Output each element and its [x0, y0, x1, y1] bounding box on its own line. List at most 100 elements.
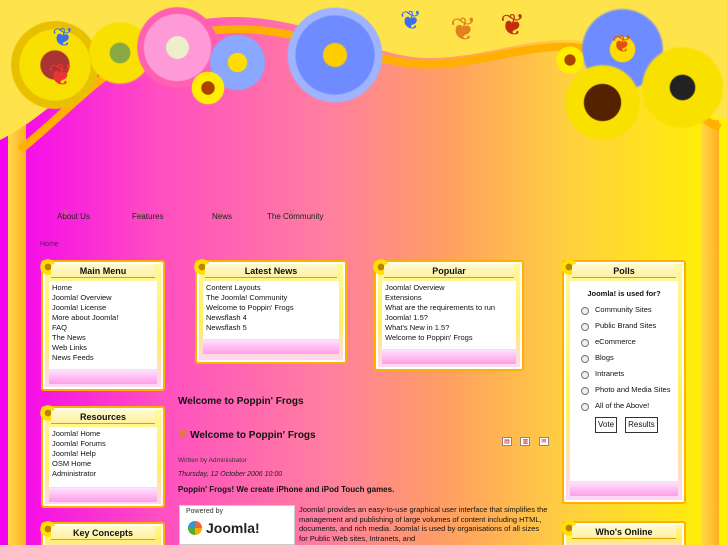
poll-option-label: Community Sites [595, 305, 652, 314]
butterfly-icon: ❦ [48, 59, 74, 92]
module-footer [49, 488, 157, 502]
poll-option[interactable]: Photo and Media Sites [573, 385, 675, 395]
main-menu-module: Main Menu Home Joomla! Overview Joomla! … [39, 258, 165, 391]
popular-item[interactable]: Joomla! Overview [385, 283, 513, 293]
article-author: Written by Administrator [178, 457, 247, 464]
module-footer [203, 340, 339, 354]
nav-item-news[interactable]: News [212, 212, 232, 221]
pdf-icon[interactable]: ▤ [502, 437, 512, 446]
print-icon[interactable]: ▥ [520, 437, 531, 446]
key-concepts-module: Key Concepts [39, 520, 165, 545]
resource-item-joomla-home[interactable]: Joomla! Home [52, 429, 154, 439]
main-content: Welcome to Poppin' Frogs [178, 396, 548, 407]
sunflower-icon [190, 70, 226, 106]
results-button[interactable]: Results [625, 417, 658, 433]
latest-news-item[interactable]: Newsflash 4 [206, 313, 336, 323]
article-date: Thursday, 12 October 2006 10:00 [178, 471, 283, 478]
popular-module: Popular Joomla! Overview Extensions What… [372, 258, 524, 371]
resources-title: Resources [51, 410, 155, 424]
butterfly-icon: ❦ [450, 11, 477, 47]
breadcrumb[interactable]: Home [40, 241, 59, 248]
popular-item[interactable]: What are the requirements to run [385, 303, 513, 313]
menu-item-home[interactable]: Home [52, 283, 154, 293]
whos-online-module: Who's Online [560, 519, 686, 545]
resource-item-joomla-help[interactable]: Joomla! Help [52, 449, 154, 459]
menu-item-joomla-license[interactable]: Joomla! License [52, 303, 154, 313]
butterfly-icon: ❦ [400, 5, 422, 35]
latest-news-item[interactable]: The Joomla! Community [206, 293, 336, 303]
poll-option[interactable]: Blogs [573, 353, 675, 363]
powered-by-label: Powered by [186, 508, 223, 515]
whos-online-title: Who's Online [572, 525, 676, 539]
sunflower-icon [635, 40, 727, 135]
main-menu-title: Main Menu [51, 264, 155, 278]
nav-item-features[interactable]: Features [132, 212, 164, 221]
menu-item-the-news[interactable]: The News [52, 333, 154, 343]
latest-news-item[interactable]: Content Layouts [206, 283, 336, 293]
latest-news-item[interactable]: Newsflash 5 [206, 323, 336, 333]
poll-option-label: Blogs [595, 353, 614, 362]
butterfly-icon: ❦ [612, 31, 633, 58]
menu-item-more-about-joomla[interactable]: More about Joomla! [52, 313, 154, 323]
resource-item-joomla-forums[interactable]: Joomla! Forums [52, 439, 154, 449]
poll-option[interactable]: All of the Above! [573, 401, 675, 411]
radio-button[interactable] [581, 371, 589, 379]
header-banner: ❦ ❦ ❦ ❦ ❦ ❦ [0, 0, 727, 200]
menu-item-faq[interactable]: FAQ [52, 323, 154, 333]
radio-button[interactable] [581, 339, 589, 347]
module-footer [382, 350, 516, 364]
butterfly-icon: ❦ [500, 9, 526, 42]
powered-by-joomla-logo[interactable]: Powered by Joomla! [179, 505, 295, 545]
joomla-mark-icon [188, 521, 202, 535]
popular-item[interactable]: Welcome to Poppin' Frogs [385, 333, 513, 343]
nav-item-the-community[interactable]: The Community [267, 212, 323, 221]
latest-news-list: Content Layouts The Joomla! Community We… [203, 281, 339, 339]
key-concepts-title: Key Concepts [51, 526, 155, 540]
menu-item-news-feeds[interactable]: News Feeds [52, 353, 154, 363]
resource-item-osm-home[interactable]: OSM Home [52, 459, 154, 469]
module-footer [49, 370, 157, 384]
polls-module: Polls Joomla! is used for? Community Sit… [560, 258, 686, 504]
poll-option[interactable]: eCommerce [573, 337, 675, 347]
radio-button[interactable] [581, 387, 589, 395]
resources-list: Joomla! Home Joomla! Forums Joomla! Help… [49, 427, 157, 487]
top-navigation: ❦ About Us ❦ Features ❦ News ❦ The Commu… [0, 206, 727, 226]
radio-button[interactable] [581, 403, 589, 411]
main-menu-list: Home Joomla! Overview Joomla! License Mo… [49, 281, 157, 369]
radio-button[interactable] [581, 307, 589, 315]
butterfly-icon: ❦ [178, 427, 189, 441]
popular-title: Popular [384, 264, 514, 278]
poll-question: Joomla! is used for? [587, 289, 661, 298]
popular-list: Joomla! Overview Extensions What are the… [382, 281, 516, 349]
menu-item-web-links[interactable]: Web Links [52, 343, 154, 353]
page-title: Welcome to Poppin' Frogs [178, 396, 304, 407]
radio-button[interactable] [581, 355, 589, 363]
joomla-logo: Joomla! [188, 520, 260, 536]
blue-daisy-icon [285, 5, 385, 105]
poll-option-label: Photo and Media Sites [595, 385, 671, 394]
nav-item-about-us[interactable]: About Us [57, 212, 90, 221]
poll-option[interactable]: Community Sites [573, 305, 675, 315]
article-title-text: Welcome to Poppin' Frogs [190, 430, 316, 441]
poll-option[interactable]: Intranets [573, 369, 675, 379]
vote-button[interactable]: Vote [595, 417, 618, 433]
radio-button[interactable] [581, 323, 589, 331]
popular-item[interactable]: Joomla! 1.5? [385, 313, 513, 323]
article-body: Joomla! provides an easy-to-use graphica… [299, 505, 548, 543]
resource-item-administrator[interactable]: Administrator [52, 469, 154, 479]
resources-module: Resources Joomla! Home Joomla! Forums Jo… [39, 404, 165, 508]
email-icon[interactable]: ✉ [538, 437, 549, 446]
poll-option-label: All of the Above! [595, 401, 650, 410]
popular-item[interactable]: Extensions [385, 293, 513, 303]
article-tagline: Poppin' Frogs! We create iPhone and iPod… [178, 485, 395, 494]
poll-option[interactable]: Public Brand Sites [573, 321, 675, 331]
sunflower-icon [555, 45, 585, 75]
poll-buttons: Vote Results [573, 417, 675, 433]
article-title[interactable]: ❦ Welcome to Poppin' Frogs [178, 427, 316, 441]
latest-news-item[interactable]: Welcome to Poppin' Frogs [206, 303, 336, 313]
poll-option-label: Public Brand Sites [595, 321, 657, 330]
module-footer [570, 482, 678, 496]
poll-form: Joomla! is used for? Community Sites Pub… [570, 281, 678, 481]
popular-item[interactable]: What's New in 1.5? [385, 323, 513, 333]
menu-item-joomla-overview[interactable]: Joomla! Overview [52, 293, 154, 303]
